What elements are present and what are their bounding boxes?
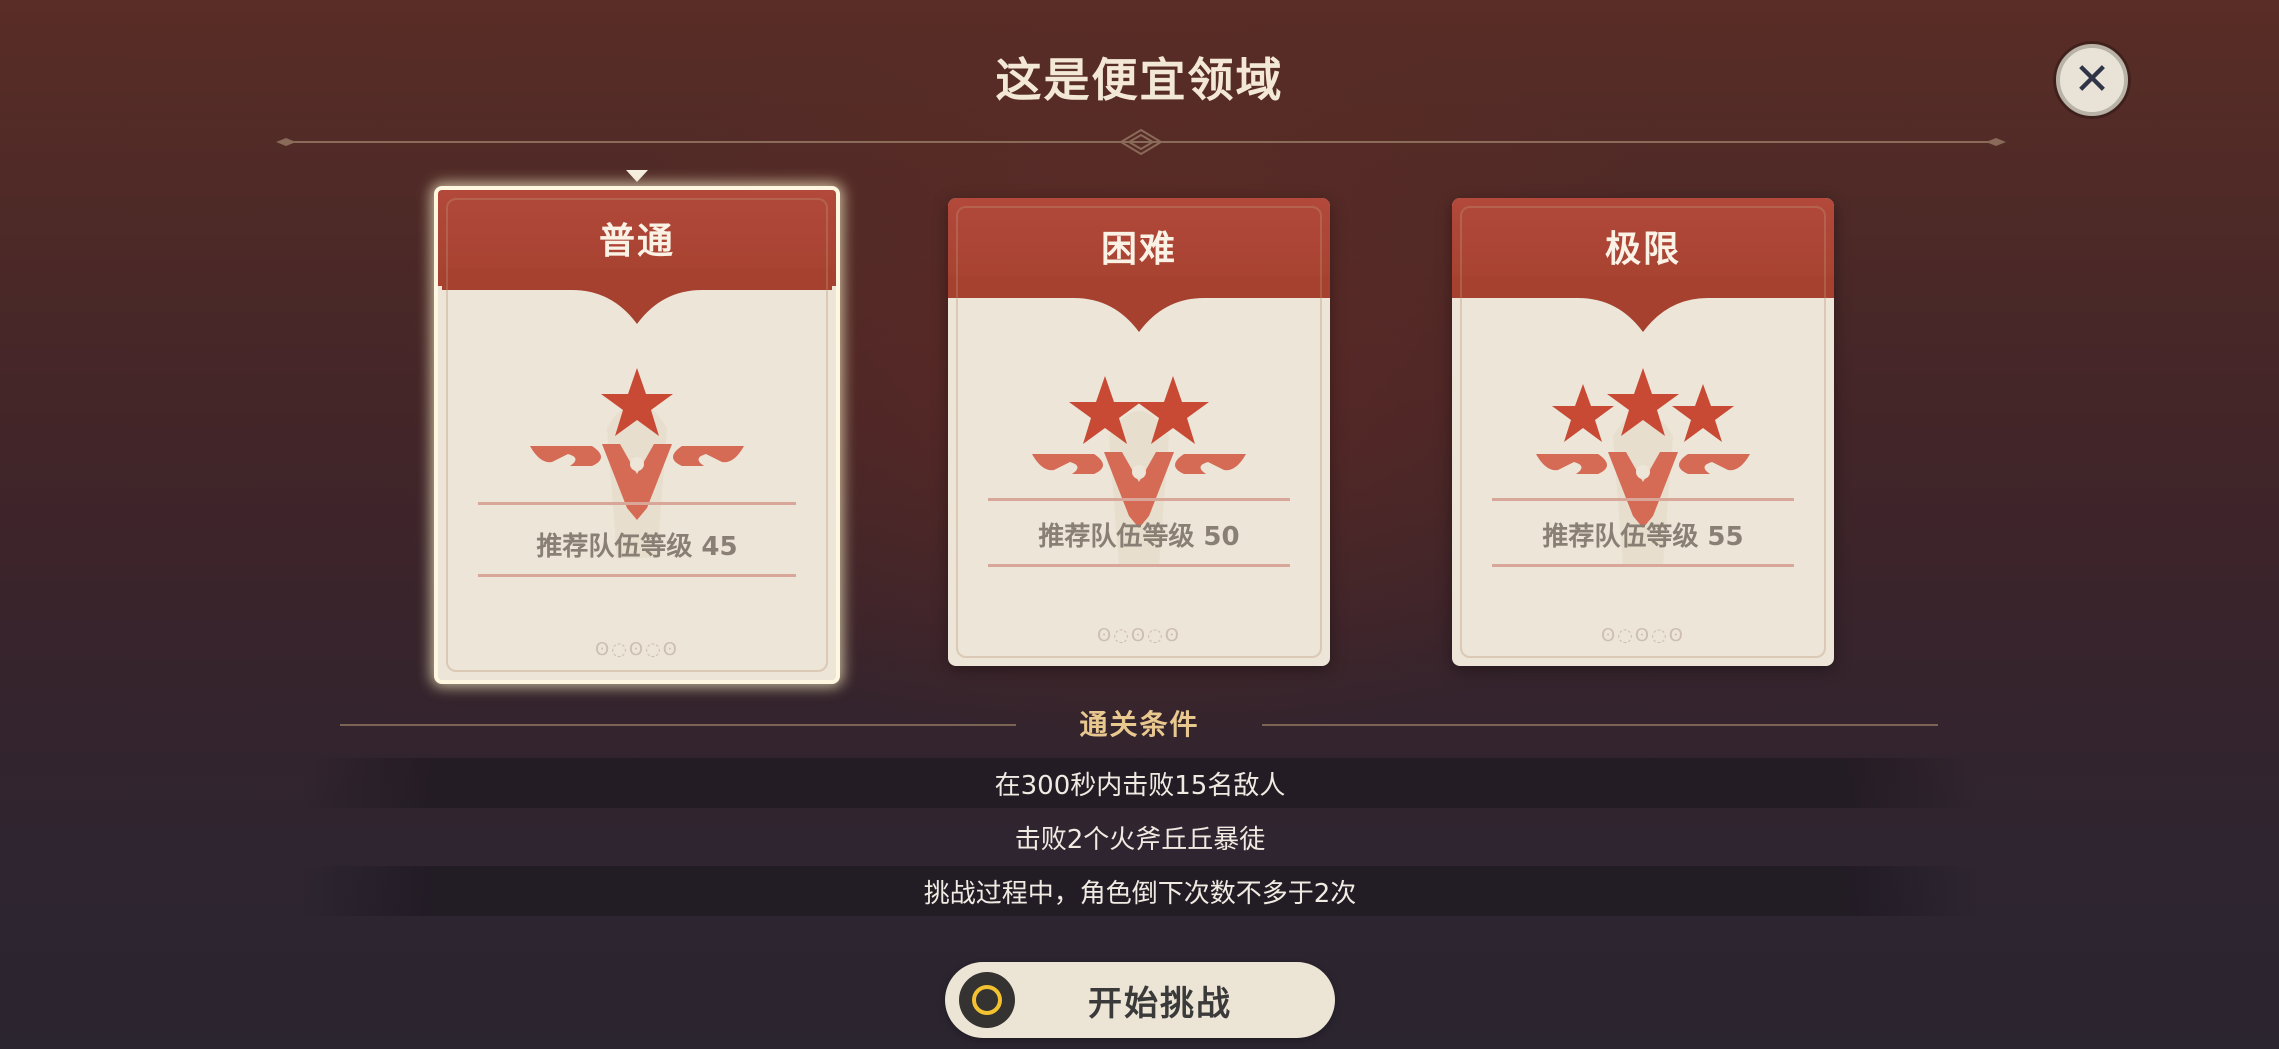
card-separator bbox=[988, 498, 1290, 501]
difficulty-card-normal[interactable]: 普通 推荐队伍等级 45 ʘ◌ʘ◌ʘ bbox=[434, 186, 840, 684]
start-challenge-label: 开始挑战 bbox=[1088, 983, 1232, 1024]
conditions-title: 通关条件 bbox=[1079, 708, 1200, 741]
card-footer-ornament: ʘ◌ʘ◌ʘ bbox=[595, 639, 679, 660]
card-label: 困难 bbox=[1100, 229, 1177, 270]
title-divider bbox=[276, 128, 2006, 156]
recommended-level: 推荐队伍等级 45 bbox=[536, 532, 738, 562]
card-footer-ornament: ʘ◌ʘ◌ʘ bbox=[1601, 625, 1685, 646]
recommended-level: 推荐队伍等级 55 bbox=[1542, 522, 1744, 552]
close-icon: ✕ bbox=[2073, 54, 2111, 105]
recommended-level: 推荐队伍等级 50 bbox=[1038, 522, 1240, 552]
card-separator bbox=[478, 574, 796, 577]
card-separator bbox=[1492, 498, 1794, 501]
card-label: 普通 bbox=[598, 221, 675, 262]
condition-text: 挑战过程中，角色倒下次数不多于2次 bbox=[923, 878, 1357, 909]
difficulty-card-hard[interactable]: 困难 推荐队伍等级 50 ʘ◌ʘ◌ʘ bbox=[948, 198, 1330, 666]
condition-text: 击败2个火斧丘丘暴徒 bbox=[1014, 824, 1266, 855]
card-separator bbox=[988, 564, 1290, 567]
condition-text: 在300秒内击败15名敌人 bbox=[994, 770, 1286, 801]
close-button[interactable]: ✕ bbox=[2056, 44, 2128, 116]
selected-indicator-icon bbox=[626, 170, 648, 182]
card-footer-ornament: ʘ◌ʘ◌ʘ bbox=[1097, 625, 1181, 646]
card-separator bbox=[478, 502, 796, 505]
condition-item: 在300秒内击败15名敌人 bbox=[300, 758, 1980, 808]
star-icon bbox=[1672, 384, 1734, 442]
condition-item: 挑战过程中，角色倒下次数不多于2次 bbox=[300, 866, 1980, 916]
difficulty-card-extreme[interactable]: 极限 推荐队伍等级 55 ʘ◌ʘ◌ʘ bbox=[1452, 198, 1834, 666]
start-challenge-button[interactable]: 开始挑战 bbox=[945, 962, 1335, 1038]
condition-item: 击败2个火斧丘丘暴徒 bbox=[300, 812, 1980, 862]
star-icon bbox=[1552, 384, 1614, 442]
card-emblem bbox=[442, 268, 832, 558]
card-label: 极限 bbox=[1604, 229, 1681, 270]
page-title: 这是便宜领域 bbox=[995, 53, 1284, 107]
card-separator bbox=[1492, 564, 1794, 567]
